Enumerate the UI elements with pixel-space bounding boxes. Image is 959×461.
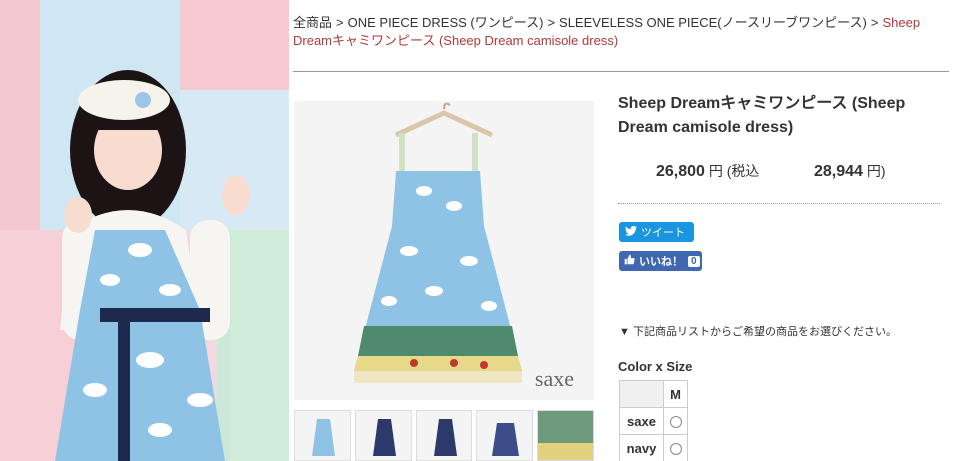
- image-caption: saxe: [534, 366, 574, 391]
- thumbnail-2[interactable]: [354, 410, 412, 461]
- twitter-bird-icon: [625, 225, 637, 239]
- variant-header-row: M: [619, 380, 688, 408]
- product-title: Sheep Dreamキャミワンピース (Sheep Dream camisol…: [618, 95, 906, 136]
- radio-navy-m[interactable]: [669, 443, 682, 456]
- variant-row-navy: navy: [619, 434, 688, 461]
- breadcrumb-separator: >: [870, 15, 879, 30]
- like-count: 0: [688, 255, 700, 267]
- tweet-label: ツイート: [641, 227, 685, 239]
- price-tax-unit: 円): [866, 163, 886, 179]
- color-size-label: Color x Size: [618, 359, 693, 374]
- tweet-button[interactable]: ツイート: [619, 222, 694, 242]
- variant-cell: [663, 434, 688, 461]
- color-label-saxe: saxe: [619, 407, 664, 435]
- radio-saxe-m[interactable]: [669, 416, 682, 429]
- price-excl: 26,800 円 (税込: [656, 161, 759, 181]
- price-value: 26,800: [656, 163, 705, 180]
- thumbnail-4[interactable]: [476, 410, 534, 461]
- variant-cell: [663, 407, 688, 435]
- thumbnail-3[interactable]: [415, 410, 473, 461]
- selection-notice: ▼ 下記商品リストからご希望の商品をお選びください。: [619, 326, 897, 338]
- thumbnail-strip: [294, 410, 594, 461]
- like-label: いいね！: [639, 256, 683, 268]
- price-unit: 円 (税込: [708, 163, 760, 179]
- size-header-m: M: [663, 380, 688, 408]
- model-photo: [0, 0, 289, 461]
- variant-corner-cell: [619, 380, 664, 408]
- thumbnail-5[interactable]: [537, 410, 594, 461]
- breadcrumb-link-sleeveless[interactable]: SLEEVELESS ONE PIECE(ノースリーブワンピース): [559, 15, 867, 30]
- breadcrumb-link-all[interactable]: 全商品: [293, 15, 332, 30]
- breadcrumb-separator: >: [336, 15, 344, 30]
- variant-row-saxe: saxe: [619, 407, 688, 435]
- thumbs-up-icon: [624, 254, 635, 268]
- price-tax-value: 28,944: [814, 163, 863, 180]
- price-incl: 28,944 円): [814, 161, 886, 181]
- breadcrumb-link-onepiece[interactable]: ONE PIECE DRESS (ワンピース): [348, 15, 544, 30]
- variant-table: M saxe navy: [619, 380, 688, 461]
- facebook-like-button[interactable]: いいね！ 0: [619, 251, 702, 271]
- breadcrumb-separator: >: [547, 15, 556, 30]
- breadcrumb: 全商品 > ONE PIECE DRESS (ワンピース) > SLEEVELESS O…: [293, 14, 949, 50]
- main-product-image[interactable]: saxe: [294, 101, 594, 400]
- breadcrumb-divider: [293, 71, 949, 72]
- color-label-navy: navy: [619, 434, 664, 461]
- thumbnail-1[interactable]: [294, 410, 351, 461]
- price-divider: [618, 203, 940, 204]
